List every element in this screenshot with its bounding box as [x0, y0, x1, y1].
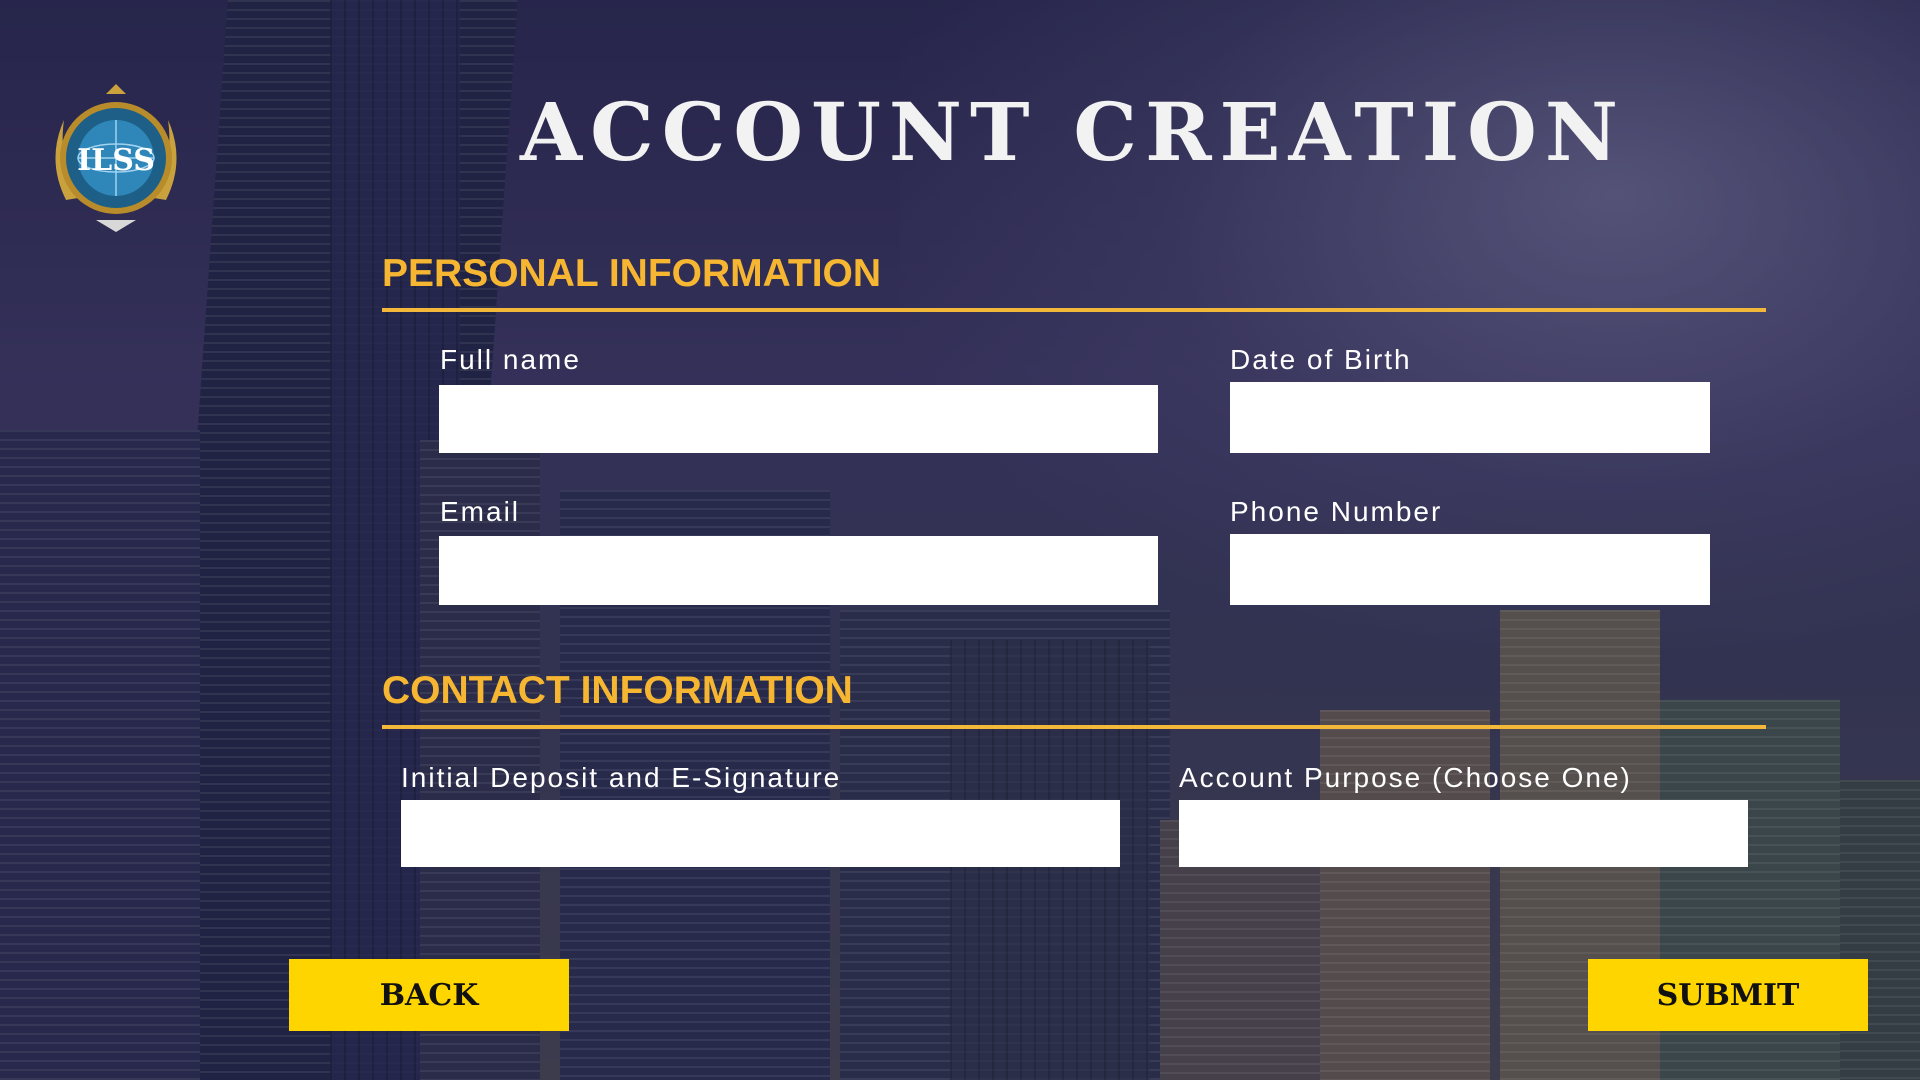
email-field[interactable] — [439, 536, 1158, 605]
full-name-label: Full name — [440, 344, 581, 375]
email-label: Email — [440, 496, 521, 527]
account-purpose-label: Account Purpose (Choose One) — [1179, 762, 1632, 793]
account-purpose-field[interactable] — [1179, 800, 1748, 867]
initial-deposit-signature-field[interactable] — [401, 800, 1120, 867]
page-title: ACCOUNT CREATION — [520, 85, 1626, 179]
contact-section-divider — [382, 725, 1766, 729]
contact-information-heading: CONTACT INFORMATION — [382, 669, 853, 712]
date-of-birth-label: Date of Birth — [1230, 344, 1412, 375]
phone-number-label: Phone Number — [1230, 496, 1443, 527]
date-of-birth-field[interactable] — [1230, 382, 1710, 453]
initial-deposit-label: Initial Deposit and E-Signature — [401, 762, 842, 793]
personal-section-divider — [382, 308, 1766, 312]
phone-number-field[interactable] — [1230, 534, 1710, 605]
back-button[interactable]: BACK — [289, 959, 569, 1031]
full-name-field[interactable] — [439, 385, 1158, 453]
personal-information-heading: PERSONAL INFORMATION — [382, 252, 882, 295]
submit-button[interactable]: SUBMIT — [1588, 959, 1868, 1031]
